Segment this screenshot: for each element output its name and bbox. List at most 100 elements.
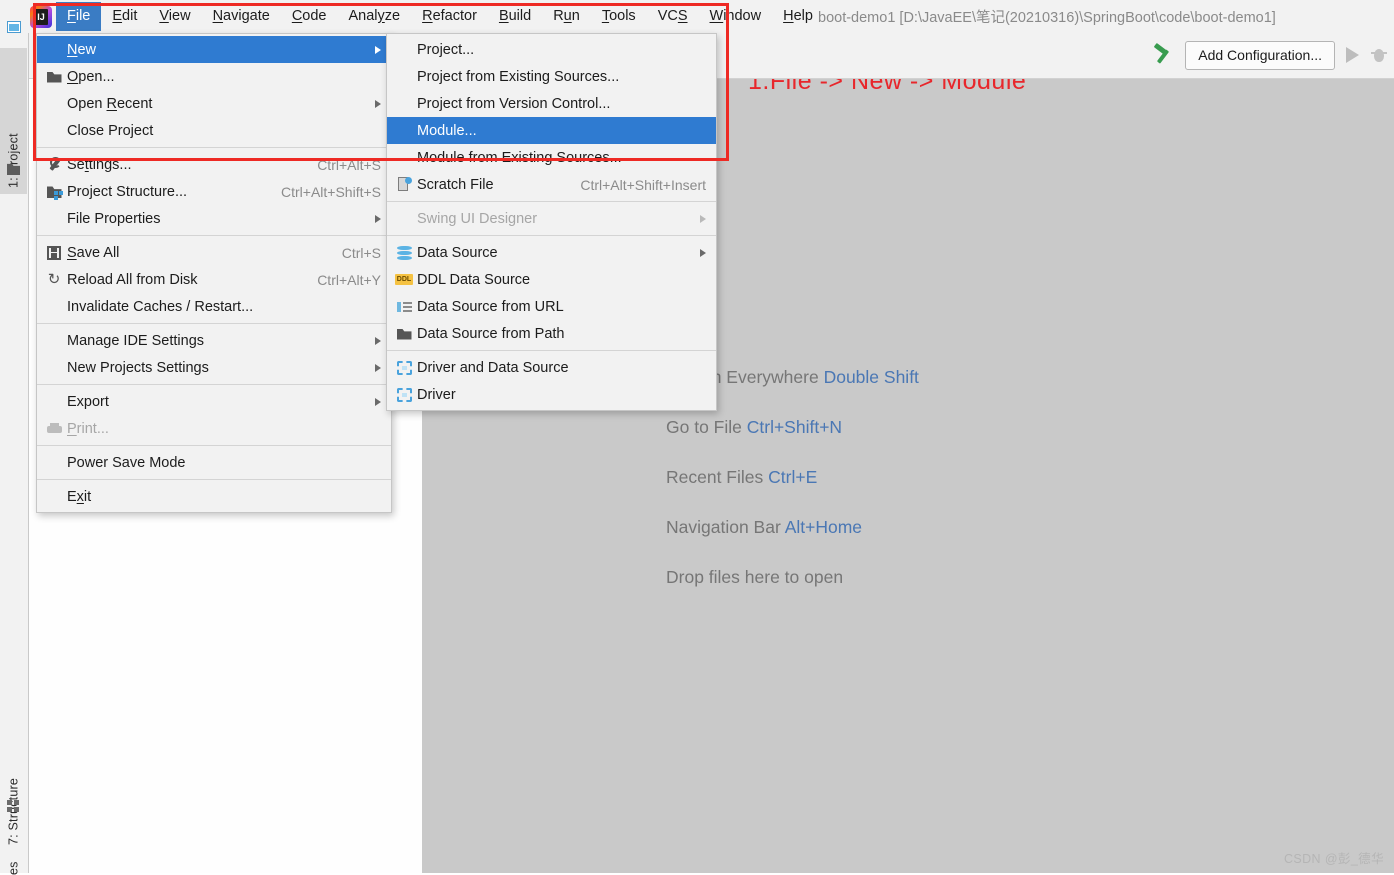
chevron-right-icon [375, 363, 381, 372]
editor-hint-shortcut: Ctrl+Shift+N [741, 417, 843, 437]
menubar-item-refactor[interactable]: Refactor [411, 2, 488, 31]
menubar-item-analyze[interactable]: Analyze [338, 2, 412, 31]
menu-item-label: Project from Version Control... [417, 95, 611, 112]
run-play-icon[interactable] [1346, 47, 1359, 63]
menu-item-icon [41, 449, 67, 476]
menubar-item-navigate[interactable]: Navigate [202, 2, 281, 31]
menu-item-icon [41, 36, 67, 63]
menu-item-icon [41, 90, 67, 117]
menu-item-icon [391, 354, 417, 381]
sidebar-item-favorites[interactable]: es [0, 845, 27, 875]
editor-hint-text: Drop files here to open [666, 567, 844, 587]
menu-item-label: Power Save Mode [67, 454, 186, 471]
file-menu-item-file-properties[interactable]: File Properties [37, 205, 391, 232]
new-submenu-item-data-source[interactable]: Data Source [387, 239, 716, 266]
driver-icon [396, 387, 412, 402]
new-submenu-item-project[interactable]: Project... [387, 36, 716, 63]
menu-item-icon [41, 63, 67, 90]
file-menu-item-exit[interactable]: Exit [37, 483, 391, 510]
menu-item-label: New Projects Settings [67, 359, 209, 376]
chevron-right-icon [700, 214, 706, 223]
menu-separator [37, 323, 391, 324]
menubar-item-edit[interactable]: Edit [101, 2, 148, 31]
file-menu-item-save-all[interactable]: Save All Ctrl+S [37, 239, 391, 266]
new-submenu-item-data-source-from-path[interactable]: Data Source from Path [387, 320, 716, 347]
file-menu-dropdown: New Open... Open Recent Close Project Settin… [36, 33, 392, 513]
window-title: boot-demo1 [D:\JavaEE\笔记(20210316)\Sprin… [818, 10, 1276, 26]
structure-grid-icon [7, 800, 20, 813]
menu-item-shortcut: Ctrl+Alt+S [317, 156, 381, 173]
menu-item-icon [391, 117, 417, 144]
new-submenu-item-project-from-version-control[interactable]: Project from Version Control... [387, 90, 716, 117]
print-icon [46, 422, 62, 435]
menu-item-shortcut: Ctrl+S [341, 244, 381, 261]
new-submenu-item-driver-and-data-source[interactable]: Driver and Data Source [387, 354, 716, 381]
file-menu-item-new-projects-settings[interactable]: New Projects Settings [37, 354, 391, 381]
menu-item-icon [391, 90, 417, 117]
menu-item-icon [41, 293, 67, 320]
file-menu-item-power-save-mode[interactable]: Power Save Mode [37, 449, 391, 476]
file-menu-item-invalidate-caches-restart[interactable]: Invalidate Caches / Restart... [37, 293, 391, 320]
driver-icon [396, 360, 412, 375]
data-source-icon [396, 245, 412, 260]
new-submenu-item-module-from-existing-sources[interactable]: Module from Existing Sources... [387, 144, 716, 171]
menu-item-label: Invalidate Caches / Restart... [67, 298, 254, 315]
menubar-item-view[interactable]: View [148, 2, 201, 31]
file-menu-item-reload-all-from-disk[interactable]: ↻ Reload All from Disk Ctrl+Alt+Y [37, 266, 391, 293]
title-menu-bar: FileEditViewNavigateCodeAnalyzeRefactorB… [28, 0, 1394, 33]
new-submenu-item-ddl-data-source[interactable]: DDL DDL Data Source [387, 266, 716, 293]
menu-item-label: Driver [417, 386, 456, 403]
new-submenu-item-driver[interactable]: Driver [387, 381, 716, 408]
menu-item-icon [41, 239, 67, 266]
file-menu-item-manage-ide-settings[interactable]: Manage IDE Settings [37, 327, 391, 354]
new-submenu-item-swing-ui-designer: Swing UI Designer [387, 205, 716, 232]
new-submenu-item-scratch-file[interactable]: Scratch File Ctrl+Alt+Shift+Insert [387, 171, 716, 198]
save-icon [47, 245, 61, 260]
menu-item-icon [391, 63, 417, 90]
new-submenu-item-project-from-existing-sources[interactable]: Project from Existing Sources... [387, 63, 716, 90]
file-menu-item-project-structure[interactable]: Project Structure... Ctrl+Alt+Shift+S [37, 178, 391, 205]
hammer-icon[interactable] [1152, 44, 1174, 66]
menu-item-icon: DDL [391, 266, 417, 293]
menu-item-label: Module from Existing Sources... [417, 149, 622, 166]
menubar-item-build[interactable]: Build [488, 2, 542, 31]
file-menu-item-close-project[interactable]: Close Project [37, 117, 391, 144]
chevron-right-icon [700, 248, 706, 257]
file-menu-item-new[interactable]: New [37, 36, 391, 63]
file-menu-item-export[interactable]: Export [37, 388, 391, 415]
wrench-icon [47, 157, 62, 172]
chevron-right-icon [375, 336, 381, 345]
menubar-item-tools[interactable]: Tools [591, 2, 647, 31]
menu-separator [37, 147, 391, 148]
editor-hint-row: Navigation Bar Alt+Home [666, 512, 919, 562]
menubar-item-code[interactable]: Code [281, 2, 338, 31]
tool-window-icon[interactable] [0, 16, 27, 38]
reload-icon: ↻ [47, 271, 61, 288]
menu-item-icon [391, 381, 417, 408]
add-configuration-button[interactable]: Add Configuration... [1185, 40, 1335, 70]
file-menu-item-settings[interactable]: Settings... Ctrl+Alt+S [37, 151, 391, 178]
menubar-item-window[interactable]: Window [699, 2, 773, 31]
menu-item-label: Print... [67, 420, 109, 437]
new-submenu-item-data-source-from-url[interactable]: Data Source from URL [387, 293, 716, 320]
file-menu-item-open-recent[interactable]: Open Recent [37, 90, 391, 117]
debug-bug-icon[interactable] [1370, 46, 1388, 64]
menubar-item-help[interactable]: Help [772, 2, 824, 31]
menu-item-shortcut: Ctrl+Alt+Shift+S [281, 183, 381, 200]
menu-item-icon [41, 117, 67, 144]
menu-item-icon [41, 178, 67, 205]
editor-hint-row: Go to File Ctrl+Shift+N [666, 412, 919, 462]
menu-item-label: Module... [417, 122, 477, 139]
ddl-data-source-icon: DDL [395, 274, 413, 285]
menu-item-icon [391, 293, 417, 320]
new-submenu-item-module[interactable]: Module... [387, 117, 716, 144]
editor-hint-text: Go to File [666, 417, 742, 437]
menubar-item-run[interactable]: Run [542, 2, 591, 31]
menubar-item-vcs[interactable]: VCS [647, 2, 699, 31]
menu-item-label: Reload All from Disk [67, 271, 198, 288]
menu-item-label: Save All [67, 244, 120, 261]
sidebar-item-structure[interactable]: 7: Structure [0, 720, 27, 845]
menu-separator [387, 235, 716, 236]
menubar-item-file[interactable]: File [56, 2, 102, 31]
file-menu-item-open[interactable]: Open... [37, 63, 391, 90]
